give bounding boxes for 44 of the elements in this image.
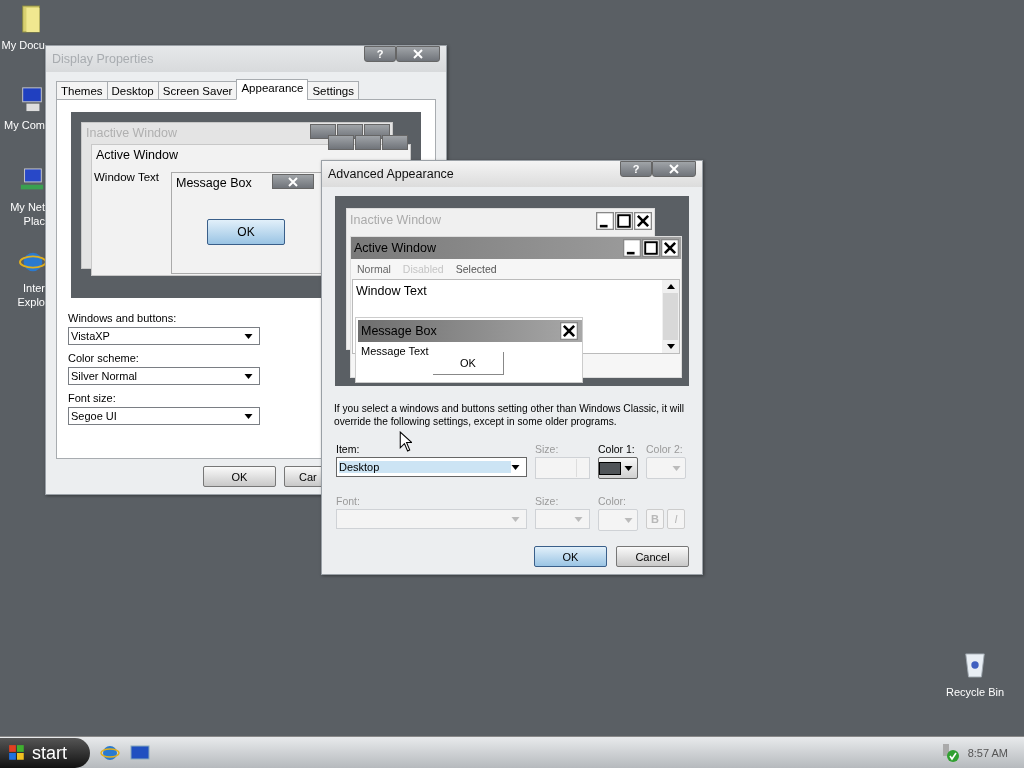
window-title: Display Properties [52, 52, 154, 66]
window-title: Inactive Window [349, 213, 441, 227]
dropdown[interactable]: Silver Normal [68, 367, 260, 385]
field-label: Font: [336, 495, 361, 507]
icon-label: My Docu [1, 38, 45, 52]
tab[interactable]: Themes [56, 81, 108, 100]
icon-label: Explo [17, 295, 45, 309]
tab[interactable]: Appearance [236, 79, 309, 100]
tab[interactable]: Desktop [106, 81, 159, 100]
icon-label: Inter [23, 281, 45, 295]
window-text: Window Text [94, 171, 159, 183]
tab[interactable]: Settings [307, 81, 359, 100]
field-label: Color scheme: [68, 352, 139, 364]
dialog-button[interactable]: Cancel [616, 546, 689, 567]
clock: 8:57 AM [967, 747, 1008, 759]
tab[interactable]: Screen Saver [157, 81, 238, 100]
start-button[interactable]: start [0, 738, 90, 768]
field-label: Item: [336, 443, 361, 455]
field-label: Size: [535, 443, 560, 455]
window-text: Window Text [356, 284, 427, 298]
dialog-button[interactable]: OK [203, 466, 276, 487]
dropdown[interactable]: Segoe UI [68, 407, 260, 425]
item-dropdown[interactable]: Desktop [336, 457, 527, 477]
window-title: Message Box [360, 324, 437, 338]
message-text: Message Text [361, 345, 429, 357]
field-label: Font size: [68, 392, 116, 404]
ok-button[interactable]: OK [433, 352, 504, 375]
field-label: Color 2: [646, 443, 684, 455]
dropdown[interactable]: VistaXP [68, 327, 260, 345]
icon-label: Recycle Bin [945, 686, 1005, 698]
field-label: Color: [598, 495, 627, 507]
icon-label: Plac [23, 214, 45, 228]
field-label: Windows and buttons: [68, 312, 177, 324]
icon-label: My Com [4, 118, 45, 132]
ok-button[interactable]: OK [207, 219, 285, 245]
window-title: Active Window [96, 148, 178, 162]
dialog-button[interactable]: OK [534, 546, 607, 567]
field-label: Color 1: [598, 443, 636, 455]
window-title: Active Window [353, 241, 436, 255]
icon-label: My Net [10, 200, 45, 214]
description-text: If you select a windows and buttons setting other than Windows Classic, it will override the following settings, except in some older programs. [334, 402, 685, 428]
window-title: Advanced Appearance [328, 167, 454, 181]
field-label: Size: [535, 495, 560, 507]
window-title: Message Box [176, 176, 252, 190]
